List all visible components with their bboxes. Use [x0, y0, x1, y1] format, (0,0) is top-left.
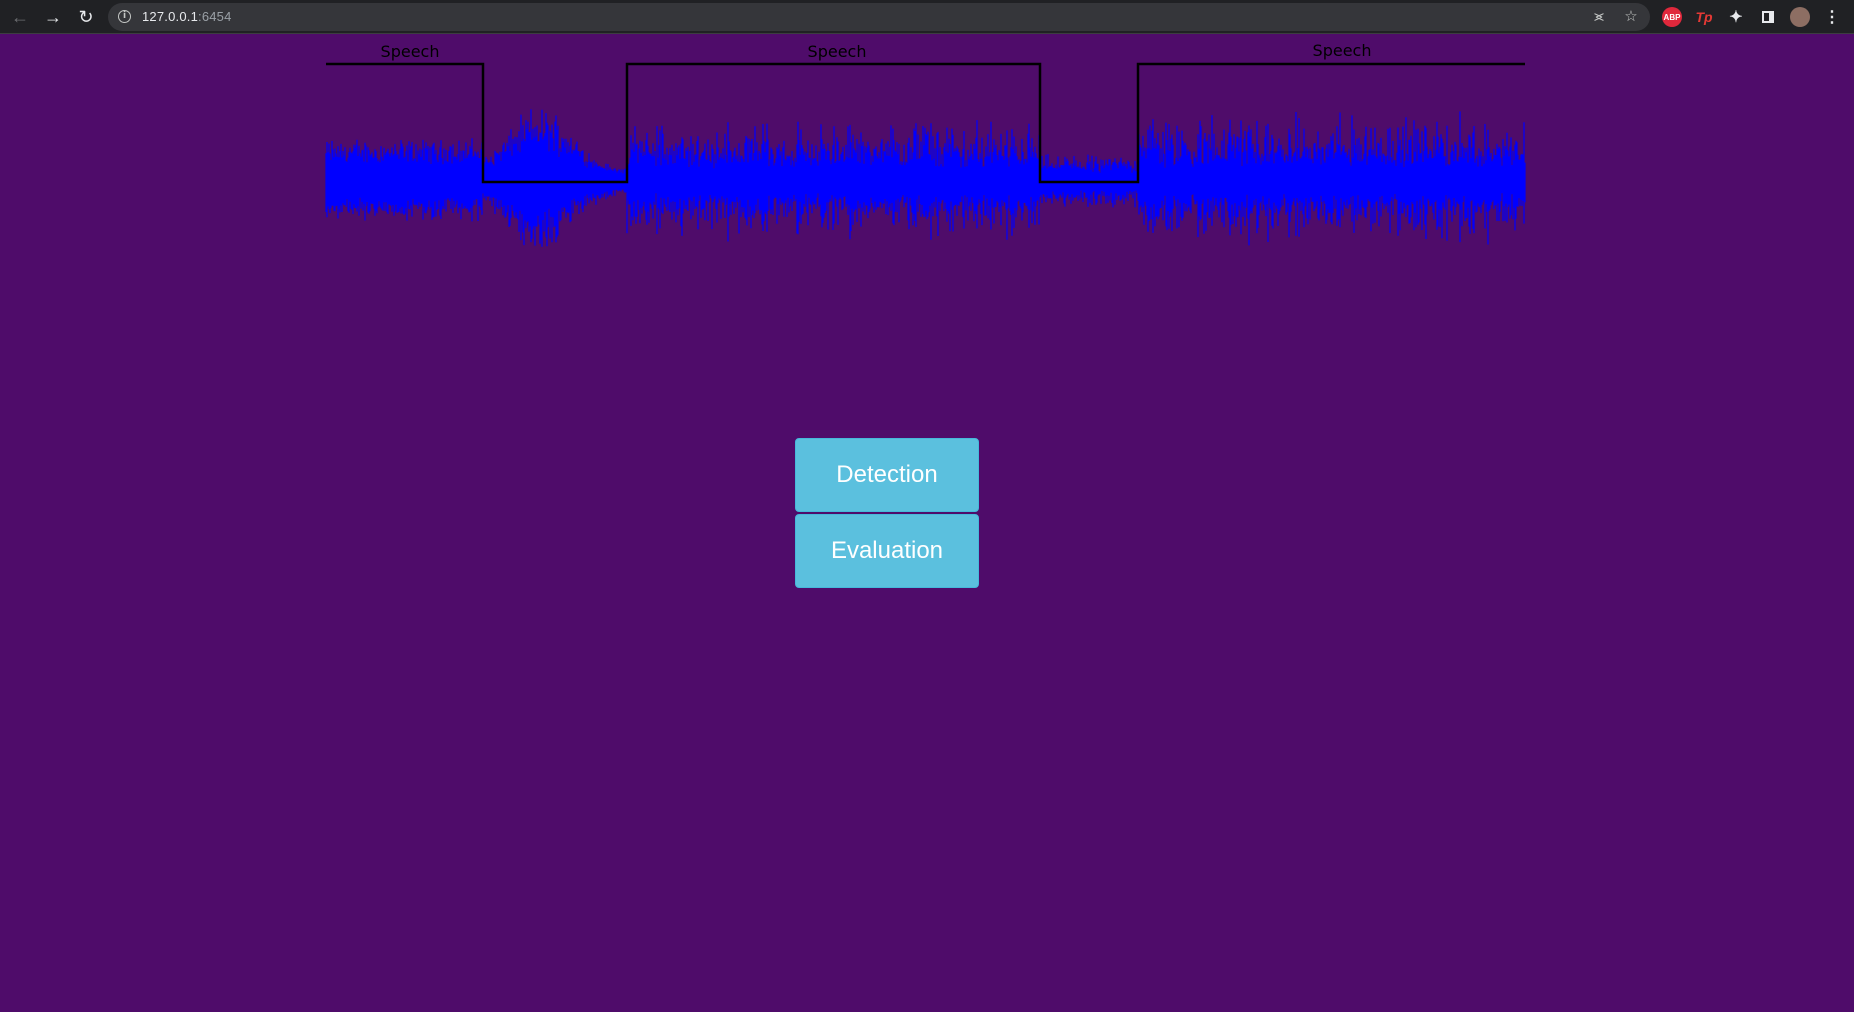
- speech-label-2: Speech: [808, 42, 867, 61]
- side-panel-icon[interactable]: [1758, 7, 1778, 27]
- profile-avatar[interactable]: [1790, 7, 1810, 27]
- speech-label-1: Speech: [381, 42, 440, 61]
- adblock-extension-icon[interactable]: ABP: [1662, 7, 1682, 27]
- browser-toolbar: ← → ↻ i 127.0.0.1:6454 ⪤ ☆ ABP Tp ✦ ⋮: [0, 0, 1854, 34]
- reload-icon[interactable]: ↻: [74, 5, 98, 29]
- waveform-signal: [325, 109, 1526, 247]
- tp-label: Tp: [1695, 9, 1713, 25]
- url-host: 127.0.0.1: [142, 9, 199, 24]
- tp-extension-icon[interactable]: Tp: [1694, 7, 1714, 27]
- waveform-path: [325, 109, 1526, 247]
- extensions-puzzle-icon[interactable]: ✦: [1726, 7, 1746, 27]
- menu-kebab-icon[interactable]: ⋮: [1822, 7, 1842, 27]
- detection-button[interactable]: Detection: [795, 438, 979, 512]
- adblock-label: ABP: [1663, 12, 1681, 22]
- address-bar[interactable]: i 127.0.0.1:6454 ⪤ ☆: [108, 3, 1650, 31]
- waveform-svg: Speech Speech Speech: [325, 41, 1526, 247]
- site-info-icon[interactable]: i: [118, 10, 131, 23]
- evaluation-button[interactable]: Evaluation: [795, 514, 979, 588]
- speech-waveform-plot: Speech Speech Speech: [320, 40, 1530, 280]
- back-arrow-icon[interactable]: ←: [8, 5, 32, 29]
- speech-label-3: Speech: [1313, 41, 1372, 60]
- share-icon[interactable]: ⪤: [1590, 8, 1608, 26]
- forward-arrow-icon[interactable]: →: [41, 5, 65, 29]
- bookmark-star-icon[interactable]: ☆: [1622, 8, 1640, 26]
- url-port: :6454: [198, 9, 232, 24]
- url-text: 127.0.0.1:6454: [142, 9, 232, 24]
